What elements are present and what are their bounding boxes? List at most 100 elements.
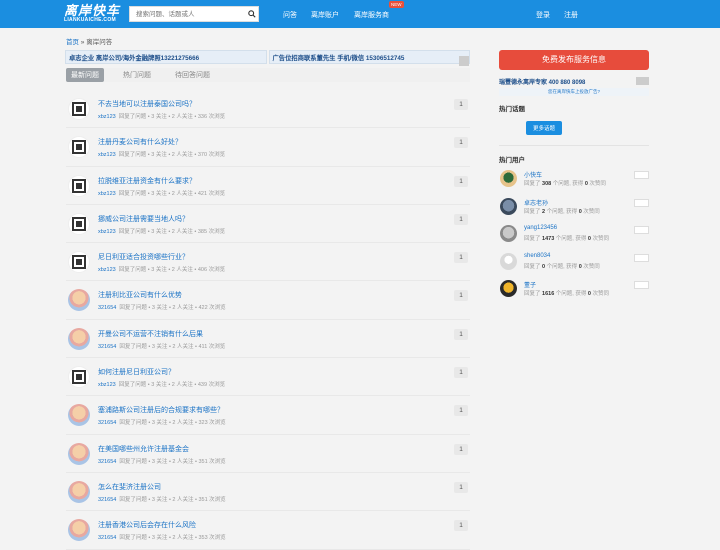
question-author[interactable]: xbz123: [98, 114, 116, 120]
nav-service-provider[interactable]: 离岸服务商: [354, 10, 389, 20]
tab-hot[interactable]: 热门问题: [118, 68, 156, 82]
nav-offshore-account[interactable]: 离岸账户: [311, 10, 339, 20]
user-name[interactable]: shen8034: [524, 253, 550, 259]
question-title[interactable]: 尼日利亚适合投资哪些行业？: [98, 252, 189, 262]
tab-unanswered[interactable]: 待回答问题: [170, 68, 215, 82]
user-avatar[interactable]: [500, 252, 517, 270]
user-avatar[interactable]: [500, 197, 517, 215]
question-meta: 321654 回复了问题 • 3 关注 • 2 人关注 • 351 次浏览: [98, 457, 226, 465]
hot-users-list: 小快车 回复了 308 个问题, 获得 0 次赞同 卓志老孙 回复了 2 个问题, 获…: [499, 168, 649, 306]
hot-user: 卓志老孙 回复了 2 个问题, 获得 0 次赞同: [499, 196, 649, 224]
answer-count: 1: [454, 213, 468, 225]
user-avatar[interactable]: [68, 519, 90, 542]
question-title[interactable]: 如何注册尼日利亚公司？: [98, 367, 175, 377]
sidebar-ad-close-icon[interactable]: [636, 77, 649, 85]
user-stats: 回复了 1473 个问题, 获得 0 次赞同: [524, 234, 609, 242]
follow-button[interactable]: [634, 198, 649, 207]
question-stats: 回复了问题 • 3 关注 • 2 人关注 • 439 次浏览: [118, 382, 226, 389]
question-title[interactable]: 注册香港公司后会存在什么风险: [98, 520, 196, 530]
stat-text: 回复了: [524, 208, 543, 215]
question-meta: 321654 回复了问题 • 3 关注 • 2 人关注 • 411 次浏览: [98, 342, 225, 350]
answer-count: 1473: [542, 236, 555, 242]
user-name[interactable]: 小快车: [524, 170, 542, 179]
breadcrumb-home[interactable]: 首页: [66, 39, 79, 46]
question-author[interactable]: 321654: [98, 420, 116, 426]
sidebar-ad-sub[interactable]: 您在离岸快车上投放广告?: [499, 88, 649, 96]
tab-latest[interactable]: 最新问题: [66, 68, 104, 82]
answer-count: 308: [542, 181, 552, 187]
question-title[interactable]: 怎么在斐济注册公司: [98, 482, 161, 492]
site-logo[interactable]: 离岸快车 LIANKUAICHE.COM: [64, 4, 126, 24]
question-item: 塞浦路斯公司注册后的合规要求有哪些？ 321654 回复了问题 • 3 关注 • 2…: [66, 396, 470, 435]
follow-button[interactable]: [634, 171, 649, 179]
search-input[interactable]: [130, 7, 242, 21]
question-item: 挪威公司注册需要当地人吗？ xbz123 回复了问题 • 3 关注 • 2 人关注 …: [66, 205, 470, 244]
question-title[interactable]: 开曼公司不运营不注销有什么后果: [98, 329, 203, 339]
user-avatar[interactable]: [68, 442, 90, 465]
user-avatar[interactable]: [68, 98, 90, 120]
follow-button[interactable]: [634, 281, 649, 289]
search-icon[interactable]: [245, 7, 258, 21]
user-avatar[interactable]: [68, 251, 90, 274]
user-avatar[interactable]: [500, 280, 517, 297]
user-avatar[interactable]: [68, 289, 90, 312]
answer-count: 1: [454, 99, 468, 110]
ad-banner-left[interactable]: 卓志企业 离岸公司/海外金融牌照13221275666: [65, 50, 267, 64]
user-avatar[interactable]: [68, 480, 90, 503]
nav-qa[interactable]: 问答: [283, 10, 297, 20]
user-avatar[interactable]: [500, 170, 517, 187]
user-avatar[interactable]: [68, 136, 90, 159]
user-avatar[interactable]: [500, 225, 517, 242]
question-author[interactable]: xbz123: [98, 267, 116, 273]
question-stats: 回复了问题 • 3 关注 • 2 人关注 • 422 次浏览: [119, 305, 226, 312]
ad-close-icon[interactable]: [459, 56, 469, 66]
question-stats: 回复了问题 • 3 关注 • 2 人关注 • 351 次浏览: [119, 458, 226, 465]
user-avatar[interactable]: [68, 404, 90, 427]
qr-code-icon: [72, 216, 86, 231]
question-author[interactable]: xbz123: [98, 229, 116, 235]
stat-text: 次赞同: [581, 208, 600, 215]
user-avatar[interactable]: [68, 212, 90, 235]
user-name[interactable]: 董子: [524, 280, 536, 289]
stat-text: 回复了: [524, 291, 543, 297]
register-link[interactable]: 注册: [564, 10, 578, 20]
question-item: 不去当地可以注册泰国公司吗？ xbz123 回复了问题 • 3 关注 • 2 人关注…: [66, 90, 470, 129]
question-item: 拉脱维亚注册资金有什么要求？ xbz123 回复了问题 • 3 关注 • 2 人关注…: [66, 167, 470, 205]
question-author[interactable]: 321654: [98, 305, 116, 311]
question-title[interactable]: 拉脱维亚注册资金有什么要求？: [98, 176, 196, 186]
stat-text: 回复了: [524, 181, 543, 187]
hot-user: 小快车 回复了 308 个问题, 获得 0 次赞同: [499, 168, 649, 196]
question-title[interactable]: 注册利比亚公司有什么优势: [98, 290, 182, 300]
question-title[interactable]: 不去当地可以注册泰国公司吗？: [98, 99, 196, 109]
publish-button[interactable]: 免费发布服务信息: [499, 50, 649, 70]
user-name[interactable]: 卓志老孙: [524, 198, 548, 207]
question-title[interactable]: 挪威公司注册需要当地人吗？: [98, 214, 189, 224]
question-title[interactable]: 塞浦路斯公司注册后的合规要求有哪些？: [98, 405, 224, 415]
stat-text: 个问题, 获得: [551, 181, 585, 187]
question-author[interactable]: 321654: [98, 497, 116, 503]
user-avatar[interactable]: [68, 366, 90, 389]
question-title[interactable]: 在美国哪些州允许注册基金会: [98, 444, 189, 454]
login-link[interactable]: 登录: [536, 10, 550, 20]
ad-banner-right[interactable]: 广告位招商联系董先生 手机/微信 15306512745: [268, 50, 470, 64]
follow-button[interactable]: [634, 253, 649, 262]
user-avatar[interactable]: [68, 327, 90, 350]
user-avatar[interactable]: [68, 174, 90, 197]
question-author[interactable]: xbz123: [98, 191, 116, 197]
user-name[interactable]: yang123456: [524, 225, 557, 231]
more-topics-button[interactable]: 更多话题: [526, 121, 563, 135]
question-meta: xbz123 回复了问题 • 3 关注 • 2 人关注 • 421 次浏览: [98, 189, 225, 197]
question-stats: 回复了问题 • 3 关注 • 2 人关注 • 406 次浏览: [118, 267, 226, 274]
question-author[interactable]: 321654: [98, 535, 116, 541]
question-item: 注册香港公司后会存在什么风险 321654 回复了问题 • 3 关注 • 2 人关注…: [66, 511, 470, 550]
question-author[interactable]: 321654: [98, 459, 116, 465]
follow-button[interactable]: [634, 226, 649, 234]
question-author[interactable]: xbz123: [98, 382, 116, 388]
question-title[interactable]: 注册丹麦公司有什么好处？: [98, 137, 182, 147]
question-author[interactable]: xbz123: [98, 152, 116, 158]
sidebar-ad[interactable]: 瑞豐德永离岸专家 400 880 8098: [499, 77, 649, 87]
breadcrumb: 首页 » 离岸问答: [66, 36, 112, 46]
question-author[interactable]: 321654: [98, 344, 116, 350]
qr-code-icon: [72, 178, 86, 193]
answer-count: 1: [454, 405, 468, 417]
